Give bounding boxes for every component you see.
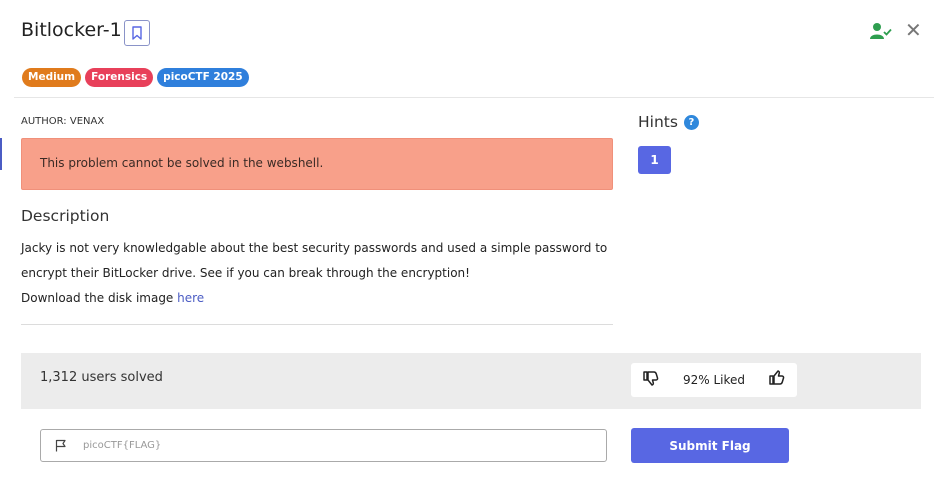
- flag-icon: [55, 439, 66, 452]
- bookmark-button[interactable]: [124, 20, 150, 46]
- description-text: Jacky is not very knowledgable about the…: [21, 236, 621, 311]
- download-link[interactable]: here: [177, 291, 204, 305]
- bookmark-icon: [132, 26, 142, 40]
- users-solved: 1,312 users solved: [40, 370, 163, 385]
- author-label: AUTHOR: VENAX: [21, 116, 105, 127]
- page-title: Bitlocker-1: [21, 19, 122, 41]
- thumbs-down-icon[interactable]: [643, 370, 659, 390]
- hints-label: Hints: [638, 113, 678, 131]
- hint-button-1[interactable]: 1: [638, 146, 671, 174]
- flag-input[interactable]: [81, 439, 565, 452]
- description-line: encrypt their BitLocker drive. See if yo…: [21, 266, 470, 280]
- header-divider: [14, 97, 934, 98]
- description-line: Jacky is not very knowledgable about the…: [21, 241, 608, 255]
- hints-heading: Hints ?: [638, 113, 699, 131]
- description-divider: [21, 324, 613, 325]
- download-line: Download the disk image here: [21, 286, 621, 311]
- close-icon[interactable]: ✕: [905, 20, 922, 40]
- help-icon[interactable]: ?: [683, 114, 699, 130]
- user-check-icon[interactable]: [870, 22, 892, 44]
- tag-difficulty: Medium: [22, 68, 82, 87]
- tag-category: Forensics: [85, 68, 154, 87]
- submit-flag-button[interactable]: Submit Flag: [631, 428, 789, 463]
- flag-field[interactable]: [40, 429, 607, 462]
- thumbs-up-icon[interactable]: [769, 370, 785, 390]
- scroll-edge-indicator: [0, 138, 2, 170]
- webshell-alert: This problem cannot be solved in the web…: [21, 138, 613, 190]
- alert-text: This problem cannot be solved in the web…: [40, 156, 324, 170]
- tag-list: Medium Forensics picoCTF 2025: [22, 68, 249, 87]
- tag-event: picoCTF 2025: [157, 68, 249, 87]
- like-widget: 92% Liked: [631, 363, 797, 397]
- download-prefix: Download the disk image: [21, 291, 178, 305]
- liked-percent: 92% Liked: [682, 373, 746, 387]
- description-heading: Description: [21, 207, 110, 225]
